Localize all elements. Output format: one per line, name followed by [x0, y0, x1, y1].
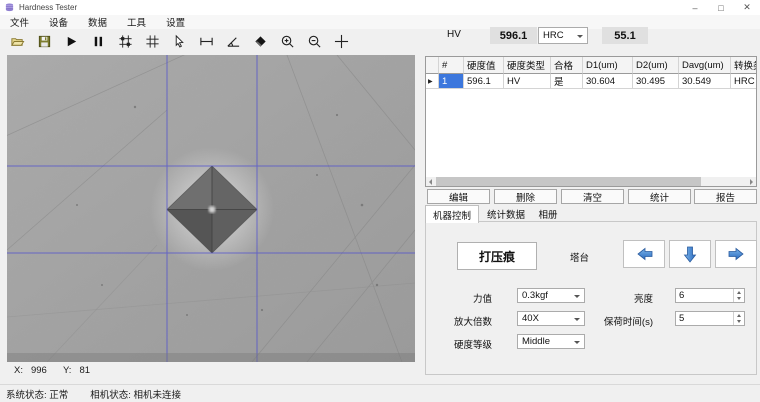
edit-button[interactable]: 编辑: [427, 189, 490, 204]
play-icon[interactable]: [58, 32, 85, 52]
arrow-left-icon: [636, 247, 652, 261]
table-row[interactable]: ▶ 1 596.1 HV 是 30.604 30.495 30.549 HRC: [426, 74, 756, 89]
stepper-arrows-icon[interactable]: [733, 289, 744, 302]
system-status: 系统状态: 正常: [6, 389, 69, 401]
dwell-time-stepper[interactable]: 5: [675, 311, 745, 326]
menu-item-tools[interactable]: 工具: [117, 15, 156, 29]
make-indent-button[interactable]: 打压痕: [457, 242, 537, 270]
angle-measure-icon[interactable]: [220, 32, 247, 52]
cell-convert-type[interactable]: HRC: [731, 74, 756, 89]
image-bottom-vignette: [7, 353, 415, 362]
camera-view[interactable]: [0, 39, 416, 363]
table-header-row: # 硬度值 硬度类型 合格 D1(um) D2(um) Davg(um) 转换类…: [426, 57, 756, 74]
table-horizontal-scrollbar[interactable]: [426, 177, 756, 186]
maximize-button[interactable]: □: [708, 0, 734, 15]
grid-icon[interactable]: [139, 32, 166, 52]
horizontal-measure-icon[interactable]: [193, 32, 220, 52]
turret-right-button[interactable]: [715, 240, 757, 268]
hv-label: HV: [447, 29, 461, 40]
selector-column-header: [426, 57, 439, 74]
menu-item-settings[interactable]: 设置: [156, 15, 195, 29]
tab-album[interactable]: 相册: [533, 206, 563, 222]
magnification-label: 放大倍数: [453, 317, 492, 328]
clear-button[interactable]: 清空: [561, 189, 624, 204]
col-header-davg[interactable]: Davg(um): [679, 57, 731, 74]
brightness-value: 6: [679, 290, 685, 301]
stepper-arrows-icon[interactable]: [733, 312, 744, 325]
turret-label: 塔台: [570, 253, 590, 264]
cell-pass[interactable]: 是: [551, 74, 583, 89]
brightness-stepper[interactable]: 6: [675, 288, 745, 303]
menu-item-device[interactable]: 设备: [39, 15, 78, 29]
force-label: 力值: [472, 294, 492, 305]
converted-value-box: 55.1: [602, 27, 648, 44]
cursor-coordinates: X: 996 Y: 81: [14, 365, 111, 376]
turret-left-button[interactable]: [623, 240, 665, 268]
col-header-d1[interactable]: D1(um): [583, 57, 633, 74]
convert-type-value: HRC: [543, 30, 564, 41]
open-icon[interactable]: [4, 32, 31, 52]
scrollbar-thumb[interactable]: [436, 177, 701, 186]
col-header-d2[interactable]: D2(um): [633, 57, 679, 74]
crosshair-icon[interactable]: [328, 32, 355, 52]
app-logo-icon: [5, 3, 14, 12]
cell-hardness[interactable]: 596.1: [464, 74, 504, 89]
tab-statistics[interactable]: 统计数据: [481, 206, 531, 222]
convert-type-dropdown[interactable]: HRC: [538, 27, 588, 44]
y-value: 81: [79, 365, 91, 376]
col-header-index[interactable]: #: [439, 57, 464, 74]
pause-icon[interactable]: [85, 32, 112, 52]
titlebar: Hardness Tester – □ ✕: [0, 0, 760, 15]
cell-type[interactable]: HV: [504, 74, 551, 89]
dwell-time-value: 5: [679, 313, 685, 324]
y-label: Y:: [62, 365, 72, 376]
arrow-down-icon: [683, 246, 697, 263]
x-value: 996: [30, 365, 47, 376]
chevron-down-icon: [577, 34, 583, 38]
statusbar: 系统状态: 正常 相机状态: 相机未连接: [0, 384, 760, 402]
magnification-value: 40X: [522, 313, 539, 324]
row-selected-marker: ▶: [428, 78, 433, 85]
save-icon[interactable]: [31, 32, 58, 52]
hardness-level-label: 硬度等级: [453, 340, 492, 351]
minimize-button[interactable]: –: [682, 0, 708, 15]
calibration-grid-icon[interactable]: [112, 32, 139, 52]
scroll-right-icon[interactable]: [747, 177, 756, 186]
close-button[interactable]: ✕: [734, 0, 760, 15]
cursor-icon[interactable]: [166, 32, 193, 52]
scroll-left-icon[interactable]: [426, 177, 435, 186]
arrow-right-icon: [728, 247, 744, 261]
tab-machine-control[interactable]: 机器控制: [425, 205, 479, 223]
delete-button[interactable]: 删除: [494, 189, 557, 204]
col-header-hardness[interactable]: 硬度值: [464, 57, 504, 74]
dwell-time-label: 保荷时间(s): [603, 317, 653, 328]
col-header-convert-type[interactable]: 转换类型: [731, 57, 756, 74]
report-button[interactable]: 报告: [694, 189, 757, 204]
hardness-level-value: Middle: [522, 336, 550, 347]
camera-status: 相机状态: 相机未连接: [90, 389, 182, 401]
cell-index[interactable]: 1: [439, 74, 464, 89]
chevron-down-icon: [574, 340, 580, 344]
stats-button[interactable]: 统计: [628, 189, 691, 204]
menu-item-data[interactable]: 数据: [78, 15, 117, 29]
cell-d1[interactable]: 30.604: [583, 74, 633, 89]
brightness-label: 亮度: [633, 294, 653, 305]
cell-davg[interactable]: 30.549: [679, 74, 731, 89]
x-label: X:: [14, 365, 23, 376]
menu-item-file[interactable]: 文件: [0, 15, 39, 29]
zoom-in-icon[interactable]: [274, 32, 301, 52]
col-header-pass[interactable]: 合格: [551, 57, 583, 74]
hv-value-box: 596.1: [490, 27, 537, 44]
eraser-icon[interactable]: [247, 32, 274, 52]
app-window: Hardness Tester – □ ✕ 文件 设备 数据 工具 设置 X: …: [0, 0, 760, 402]
results-table[interactable]: # 硬度值 硬度类型 合格 D1(um) D2(um) Davg(um) 转换类…: [425, 56, 757, 187]
hardness-level-dropdown[interactable]: Middle: [517, 334, 585, 349]
cell-d2[interactable]: 30.495: [633, 74, 679, 89]
window-title: Hardness Tester: [19, 3, 78, 12]
col-header-type[interactable]: 硬度类型: [504, 57, 551, 74]
zoom-out-icon[interactable]: [301, 32, 328, 52]
turret-down-button[interactable]: [669, 240, 711, 268]
force-value: 0.3kgf: [522, 290, 548, 301]
